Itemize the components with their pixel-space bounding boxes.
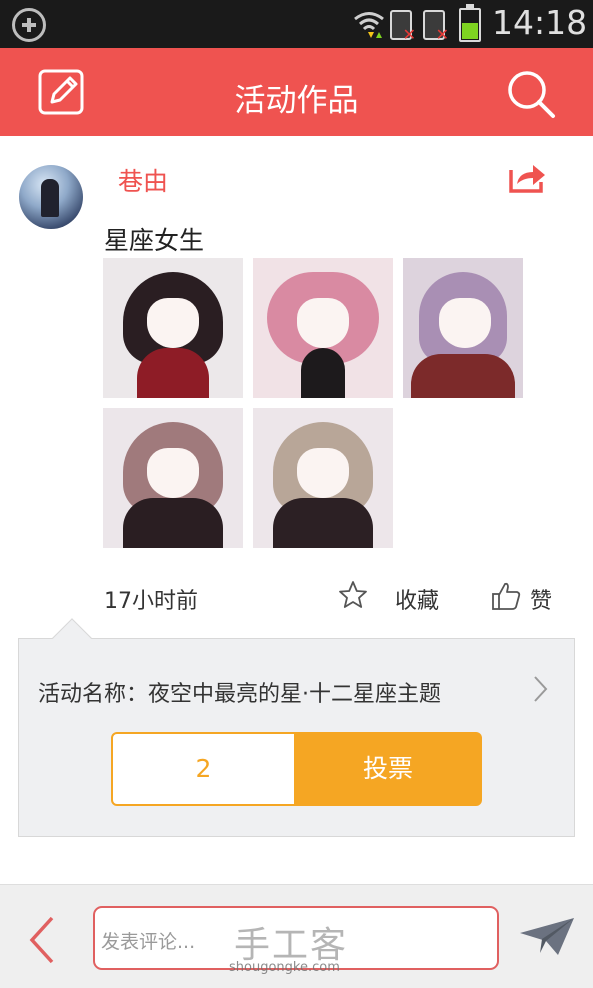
app-header: 活动作品 — [0, 48, 593, 136]
sim-no-signal-icon: ✕ — [390, 10, 416, 44]
send-icon[interactable] — [518, 915, 576, 959]
vote-count: 2 — [111, 732, 296, 806]
comment-placeholder: 发表评论... — [101, 931, 196, 953]
status-time: 14:18 — [492, 3, 588, 42]
post-image[interactable] — [403, 258, 523, 398]
status-bar: ✕ ✕ 14:18 — [0, 0, 593, 48]
wifi-icon — [354, 12, 384, 38]
avatar[interactable] — [19, 165, 83, 229]
author-name[interactable]: 巷由 — [118, 162, 168, 198]
favorite-button[interactable]: 收藏 — [395, 583, 439, 615]
post-image[interactable] — [103, 408, 243, 548]
add-circle-icon — [12, 8, 46, 42]
post-title: 星座女生 — [104, 226, 205, 255]
sim-no-signal-icon: ✕ — [423, 10, 449, 44]
search-icon[interactable] — [505, 68, 557, 120]
watermark-url: shougongke.com — [229, 960, 340, 975]
battery-level — [462, 22, 478, 39]
battery-icon — [459, 4, 481, 42]
star-icon[interactable] — [337, 579, 369, 611]
activity-name-link[interactable]: 活动名称：夜空中最亮的星·十二星座主题 — [38, 676, 441, 708]
thumbs-up-icon[interactable] — [490, 580, 522, 612]
post-time: 17小时前 — [104, 589, 198, 614]
like-button[interactable]: 赞 — [530, 583, 552, 615]
vote-button[interactable]: 投票 — [294, 732, 482, 806]
post-image[interactable] — [253, 258, 393, 398]
post-image[interactable] — [103, 258, 243, 398]
back-chevron-icon[interactable] — [26, 915, 58, 965]
post-image[interactable] — [253, 408, 393, 548]
share-icon[interactable] — [507, 160, 547, 194]
chevron-right-icon[interactable] — [532, 674, 550, 704]
